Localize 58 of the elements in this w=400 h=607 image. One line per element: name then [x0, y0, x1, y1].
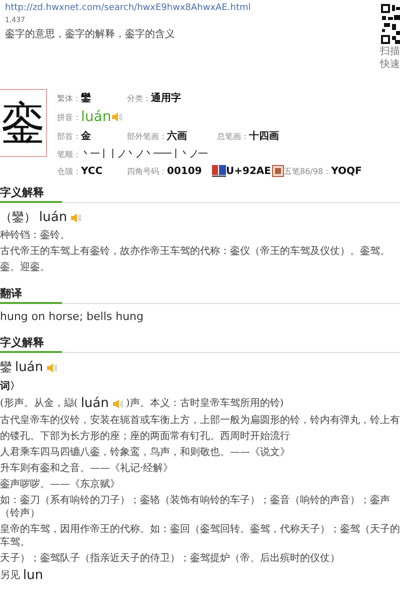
definition-line: 古代皇帝车的仪铃，安装在轭首或车衡上方，上部一般为扁圆形的铃，铃内有弹丸，铃上有 — [0, 414, 400, 427]
definition-line: 如：銮刀（系有响铃的刀子）；銮辂（装饰有响铃的车子）；銮音（响铃的声音）；銮声（铃声） — [0, 494, 391, 520]
info-value: YOQF — [331, 166, 362, 176]
pinyin: luán — [15, 360, 44, 375]
part-of-speech: 词〉 — [0, 380, 21, 393]
section-title: 翻译 — [0, 286, 23, 302]
info-value: 通用字 — [151, 91, 181, 105]
definition-line: 銮声哕哕。——《东京赋》 — [0, 478, 121, 491]
page-url[interactable]: http://zd.hwxnet.com/search/hwxE9hwx8AhwxAE.html — [5, 3, 251, 13]
info-label: 总笔画： — [217, 130, 249, 142]
unicode-code: U+92AE — [226, 166, 271, 176]
definition-line: 人君乘车四马四镳八銮，铃象鸾，鸟声，和则敬也。——《说文》 — [0, 446, 291, 459]
definition-line: 升车则有銮和之音。——《礼记·经解》 — [0, 462, 174, 475]
see-also-label: 另见 — [0, 569, 20, 582]
translation-text: hung on horse; bells hung — [0, 310, 145, 323]
entry-heading: 鑾 — [0, 359, 12, 376]
speaker-icon[interactable] — [111, 112, 122, 122]
definition-line: 銮。迎銮。 — [0, 261, 51, 274]
unicode-icon — [212, 165, 226, 177]
pinyin-link[interactable]: lun — [23, 568, 44, 583]
definition-line: 皇帝的车驾，因用作帝王的代称。如：銮回（銮驾回转。銮驾，代称天子）；銮驾（天子的车驾。 — [0, 523, 400, 549]
section-title: 字义解释 — [0, 335, 45, 351]
info-value: 金 — [81, 130, 91, 143]
qr-caption: 快速 — [380, 59, 400, 71]
definition-line: )声。本义：古时皇帝车驾所用的铃) — [126, 397, 284, 410]
speaker-icon[interactable] — [46, 362, 58, 372]
speaker-icon[interactable] — [70, 212, 82, 222]
pinyin: luán — [81, 109, 112, 125]
qr-code — [380, 3, 400, 45]
definition-line: 天子）；銮驾队子（指亲近天子的侍卫）；銮驾提炉（帝、后出殡时的仪仗） — [0, 552, 341, 565]
definition-line: 古代帝王的车驾上有銮铃，故亦作帝王车驾的代称：銮仪（帝王的车驾及仪仗）。銮驾。 — [0, 245, 391, 258]
info-label: 五笔86/98： — [284, 166, 332, 176]
info-value: YCC — [81, 166, 103, 176]
definition-line: 种铃铛：銮铃。 — [0, 229, 71, 242]
page-title: 銮字的意思，銮字的解释，銮字的含义 — [5, 28, 176, 41]
info-label: 笔顺： — [57, 148, 81, 160]
info-label: 仓颉： — [57, 166, 81, 176]
character-glyph: 銮 — [0, 89, 47, 157]
info-value: 十四画 — [249, 130, 279, 143]
info-label: 繁体： — [57, 92, 81, 104]
entry-heading: （鑾） — [0, 209, 36, 226]
wubi-icon — [272, 165, 284, 177]
pinyin: luán — [39, 210, 68, 225]
info-label: 部首： — [57, 130, 81, 142]
pinyin: luán — [80, 396, 109, 411]
info-label: 分类： — [127, 92, 151, 104]
definition-line: 的镂孔。下部为长方形的座；座的两面常有钉孔。西周时开始流行 — [0, 430, 291, 443]
info-label: 拼音： — [57, 112, 81, 122]
qr-caption: 扫描 — [380, 46, 400, 58]
definition-line: (形声。从金，䜌( — [0, 397, 78, 410]
speaker-icon[interactable] — [112, 398, 123, 408]
info-value: 六画 — [167, 129, 187, 143]
info-label: 四角号码： — [127, 166, 167, 176]
section-title: 字义解释 — [0, 185, 45, 201]
stroke-order: 丶一丨丨ノ丶ノ丶一一丨丶ノ一 — [81, 148, 207, 161]
info-value: 00109 — [167, 166, 202, 176]
info-value: 鑾 — [81, 92, 91, 105]
info-label: 部外笔画： — [127, 132, 167, 142]
